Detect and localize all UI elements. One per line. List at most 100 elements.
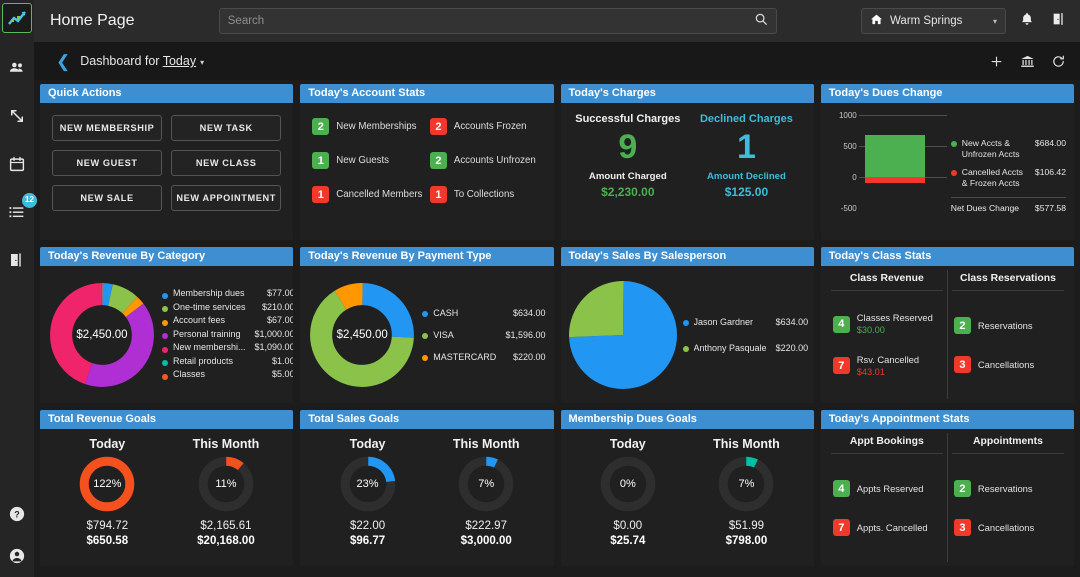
back-button[interactable]: ❮ xyxy=(56,53,70,70)
stat-reservations[interactable]: 2 Reservations xyxy=(954,317,1062,334)
search-input[interactable] xyxy=(228,15,754,27)
sidebar-item-members[interactable] xyxy=(4,55,30,81)
legend-color-dot xyxy=(162,333,168,339)
sidebar-item-help[interactable]: ? xyxy=(4,501,30,527)
stat-appts-reserved[interactable]: 4 Appts Reserved xyxy=(833,480,941,497)
stat-cancellations[interactable]: 3 Cancellations xyxy=(954,356,1062,373)
sidebar-item-tasks[interactable]: 12 xyxy=(4,199,30,225)
stat-cancelled-members[interactable]: 1 Cancelled Members xyxy=(312,186,426,203)
goal-period-label: Today xyxy=(89,437,125,451)
logout-button[interactable] xyxy=(1048,8,1070,34)
door-exit-icon xyxy=(8,251,26,269)
new-task-button[interactable]: NEW TASK xyxy=(171,115,281,141)
legend-value: $210.00 xyxy=(258,301,293,315)
goal-today: Today 122% $794.72 $650.58 xyxy=(48,435,167,560)
card-title: Today's Revenue By Category xyxy=(40,247,293,266)
refresh-button[interactable] xyxy=(1051,54,1066,69)
revenue-goals-columns: Today 122% $794.72 $650.58 This M xyxy=(48,435,285,560)
account-stats-grid: 2 New Memberships 2 Accounts Frozen 1 Ne… xyxy=(308,109,545,203)
stat-label: Rsv. Cancelled xyxy=(857,354,919,366)
card-title: Membership Dues Goals xyxy=(561,410,814,429)
chevron-down-icon[interactable]: ▾ xyxy=(200,58,204,67)
pie-chart xyxy=(569,281,677,389)
class-reservations-column: Class Reservations 2 Reservations 3 Canc… xyxy=(947,270,1068,399)
card-body: NEW MEMBERSHIP NEW TASK NEW GUEST NEW CL… xyxy=(40,103,293,240)
legend-item: Personal training $1,000.00 xyxy=(162,328,293,342)
stat-new-memberships[interactable]: 2 New Memberships xyxy=(312,118,426,135)
stat-new-guests[interactable]: 1 New Guests xyxy=(312,152,426,169)
legend-label: Anthony Pasquale xyxy=(694,335,767,361)
gauge-percent: 7% xyxy=(457,455,515,513)
rail-item-list: 12 xyxy=(4,55,30,273)
page-title: Home Page xyxy=(50,12,135,30)
stat-to-collections[interactable]: 1 To Collections xyxy=(430,186,544,203)
amount-declined-label: Amount Declined xyxy=(687,171,806,182)
new-class-button[interactable]: NEW CLASS xyxy=(171,150,281,176)
location-selector[interactable]: Warm Springs ▾ xyxy=(861,8,1006,34)
legend-value: $106.42 xyxy=(1035,167,1066,177)
search-icon[interactable] xyxy=(754,12,768,31)
card-title: Today's Sales By Salesperson xyxy=(561,247,814,266)
column-items: 2 Reservations 3 Cancellations xyxy=(952,454,1064,562)
card-quick-actions: Quick Actions NEW MEMBERSHIP NEW TASK NE… xyxy=(40,84,293,240)
legend-color-dot xyxy=(162,360,168,366)
declined-charges-column: Declined Charges 1 Amount Declined $125.… xyxy=(687,113,806,199)
sidebar-item-checkin[interactable] xyxy=(4,247,30,273)
app-logo-icon[interactable] xyxy=(2,3,32,33)
notifications-button[interactable] xyxy=(1016,8,1038,34)
new-membership-button[interactable]: NEW MEMBERSHIP xyxy=(52,115,162,141)
legend-label: CASH xyxy=(433,302,458,324)
stat-label: New Memberships xyxy=(336,121,416,132)
stat-label: New Guests xyxy=(336,155,389,166)
new-guest-button[interactable]: NEW GUEST xyxy=(52,150,162,176)
sidebar-item-calendar[interactable] xyxy=(4,151,30,177)
stat-classes-reserved[interactable]: 4 Classes Reserved $30.00 xyxy=(833,312,941,336)
revenue-category-donut[interactable]: $2,450.00 xyxy=(48,281,156,389)
stat-accounts-unfrozen[interactable]: 2 Accounts Unfrozen xyxy=(430,152,544,169)
column-header: Appointments xyxy=(952,433,1064,454)
card-appointment-stats: Today's Appointment Stats Appt Bookings … xyxy=(821,410,1074,566)
dues-change-content: 1000 500 0 -500 xyxy=(829,109,1066,234)
arrows-expand-icon xyxy=(8,107,26,125)
dashboard-period[interactable]: Today xyxy=(163,54,196,68)
quick-action-grid: NEW MEMBERSHIP NEW TASK NEW GUEST NEW CL… xyxy=(48,109,285,211)
gauge-percent: 7% xyxy=(717,455,775,513)
stat-amount: $43.01 xyxy=(857,366,919,378)
amount-declined-value: $125.00 xyxy=(687,185,806,199)
stat-reservations[interactable]: 2 Reservations xyxy=(954,480,1062,497)
svg-text:?: ? xyxy=(14,509,20,519)
status-badge: 4 xyxy=(833,316,850,333)
sales-goals-columns: Today 23% $22.00 $96.77 xyxy=(308,435,545,560)
declined-charges-label[interactable]: Declined Charges xyxy=(687,113,806,125)
dashboard-title: Dashboard for Today▾ xyxy=(80,54,204,68)
chevron-down-icon: ▾ xyxy=(993,17,997,26)
add-widget-button[interactable] xyxy=(989,54,1004,69)
bank-icon[interactable] xyxy=(1020,54,1035,69)
stat-accounts-frozen[interactable]: 2 Accounts Frozen xyxy=(430,118,544,135)
sidebar-item-activity[interactable] xyxy=(4,103,30,129)
location-label: Warm Springs xyxy=(890,15,962,27)
legend-value: $67.00 xyxy=(263,314,293,328)
sales-salesperson-pie[interactable] xyxy=(569,281,677,389)
legend-value: $1.00 xyxy=(268,355,293,369)
appt-bookings-column: Appt Bookings 4 Appts Reserved 7 Appts. … xyxy=(827,433,947,562)
card-body: Appt Bookings 4 Appts Reserved 7 Appts. … xyxy=(821,429,1074,566)
gauge-percent: 122% xyxy=(78,455,136,513)
legend-label: Membership dues xyxy=(173,287,245,301)
rail-bottom-items: ? xyxy=(0,501,34,569)
legend-label: One-time services xyxy=(173,301,246,315)
revenue-payment-donut[interactable]: $2,450.00 xyxy=(308,281,416,389)
stat-appts-cancelled[interactable]: 7 Appts. Cancelled xyxy=(833,519,941,536)
goal-period-label: This Month xyxy=(193,437,260,451)
gauge-today: 23% xyxy=(339,455,397,513)
gauge-percent: 0% xyxy=(599,455,657,513)
sidebar-item-account[interactable] xyxy=(4,543,30,569)
new-sale-button[interactable]: NEW SALE xyxy=(52,185,162,211)
stat-rsv-cancelled[interactable]: 7 Rsv. Cancelled $43.01 xyxy=(833,354,941,378)
search-box[interactable] xyxy=(219,8,777,34)
stat-label: Appts Reserved xyxy=(857,483,924,495)
new-appointment-button[interactable]: NEW APPOINTMENT xyxy=(171,185,281,211)
stat-label: Classes Reserved xyxy=(857,312,933,324)
stat-cancellations[interactable]: 3 Cancellations xyxy=(954,519,1062,536)
dues-goals-columns: Today 0% $0.00 $25.74 This Month xyxy=(569,435,806,560)
